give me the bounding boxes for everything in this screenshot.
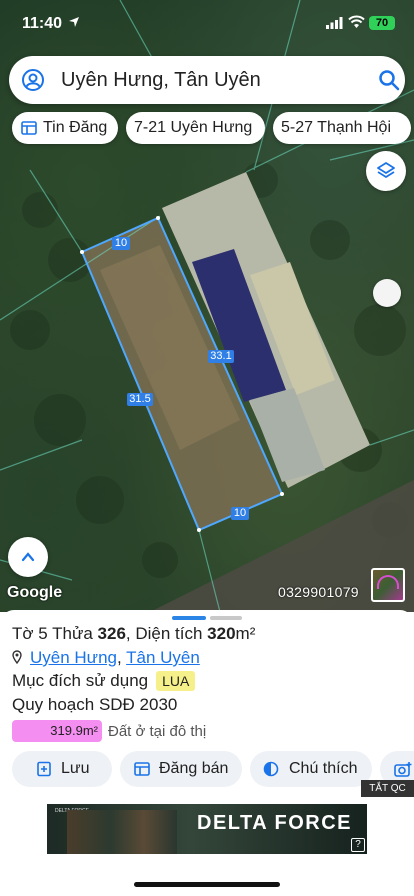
location-separator: , [116,648,127,667]
status-bar: 11:40 70 [0,0,414,50]
district-link[interactable]: Tân Uyên [126,648,200,667]
land-use-row: Mục đích sử dụng LUA [12,671,196,691]
battery-indicator: 70 [369,16,395,30]
ad-banner[interactable]: DELTA FORCE DELTA FORCE ? [47,804,367,854]
land-use-badge: LUA [156,671,196,691]
listing-icon [21,121,37,135]
search-input[interactable]: Uyên Hưng, Tân Uyên [61,69,261,92]
land-use-label: Mục đích sử dụng [12,671,149,690]
map-pin-icon [12,650,22,664]
save-icon [37,761,51,777]
parcel-area-unit: m² [235,624,256,643]
parcel-area-prefix: , Diện tích [125,624,208,643]
edge-label-right: 33.1 [208,350,234,363]
post-sale-button[interactable]: Đăng bán [120,751,242,787]
map-slider-knob[interactable] [373,279,401,307]
ad-artwork [67,810,177,854]
wifi-icon [348,15,365,28]
ward-link[interactable]: Uyên Hưng [30,648,117,667]
search-bar[interactable]: Uyên Hưng, Tân Uyên [9,56,405,104]
plan-label: Quy hoạch SDĐ 2030 [12,695,178,714]
contrast-icon [263,761,279,777]
status-time: 11:40 [22,15,63,32]
edge-label-top: 10 [112,237,130,250]
edge-label-bottom: 10 [231,507,249,520]
plan-row: 319.9m² Đất ở tại đô thị [12,720,206,744]
search-icon[interactable] [378,69,400,91]
ad-thumbnail[interactable] [371,568,405,602]
chip-thanh-hoi[interactable]: 5-27 Thạnh Hội [273,112,411,144]
sheet-handle[interactable] [172,616,206,620]
legend-button[interactable]: Chú thích [250,751,372,787]
listing-icon [134,762,150,776]
save-label: Lưu [61,760,90,777]
parcel-area: 320 [207,624,236,643]
chip-uyen-hung[interactable]: 7-21 Uyên Hưng [126,112,265,144]
contact-phone[interactable]: 0329901079 [278,584,359,600]
parcel-number: 326 [97,624,126,643]
chip-label: 7-21 Uyên Hưng [134,119,253,136]
home-indicator [134,882,280,887]
camera-add-icon [394,762,412,777]
plan-description: Đất ở tại đô thị [108,722,207,740]
chip-tin-dang[interactable]: Tin Đăng [12,112,118,144]
ad-brand: DELTA FORCE [197,812,353,834]
signal-icon [326,17,343,29]
chip-label: Tin Đăng [43,119,108,136]
plan-area-badge: 319.9m² [12,720,102,742]
chevron-up-icon [21,552,35,562]
edge-label-left: 31.5 [127,393,153,406]
account-icon[interactable] [21,68,45,92]
parcel-title-prefix: Tờ 5 Thửa [12,624,98,643]
parcel-location: Uyên Hưng, Tân Uyên [12,648,200,668]
hide-ads-button[interactable]: TẮT QC [361,780,414,797]
parcel-info-sheet: Tờ 5 Thửa 326, Diện tích 320m² Uyên Hưng… [0,610,414,798]
post-sale-label: Đăng bán [159,760,229,777]
save-button[interactable]: Lưu [12,751,112,787]
layers-button[interactable] [366,151,406,191]
sheet-handle-secondary[interactable] [210,616,242,620]
parcel-title: Tờ 5 Thửa 326, Diện tích 320m² [12,624,255,644]
google-logo: Google [7,584,63,601]
legend-label: Chú thích [289,760,358,777]
ad-info-icon[interactable]: ? [351,838,365,852]
layers-icon [377,162,395,178]
location-arrow-icon [69,17,79,27]
chip-label: 5-27 Thạnh Hội [281,119,391,136]
expand-up-button[interactable] [8,537,48,577]
